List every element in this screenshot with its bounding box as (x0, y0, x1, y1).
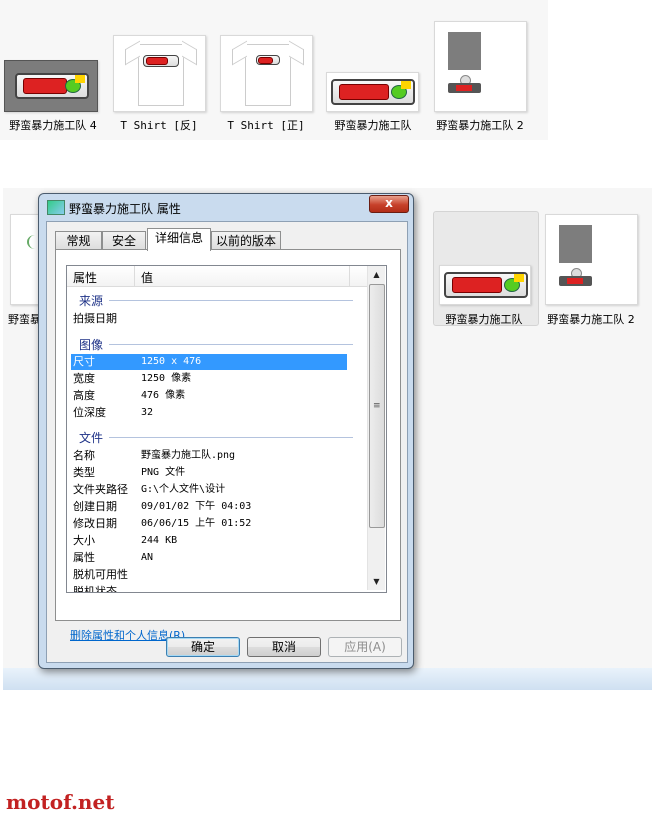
property-list[interactable]: 属性 值 来源 拍摄日期 图像 尺寸 1250 x 476 宽度 1250 像素… (66, 265, 387, 593)
property-row-selected[interactable]: 尺寸 1250 x 476 (71, 354, 347, 370)
property-value: 野蛮暴力施工队.png (141, 450, 236, 461)
explorer-status-bar (3, 668, 652, 690)
tab-general[interactable]: 常规 (55, 231, 102, 250)
gray-panel-graphic (559, 225, 592, 263)
group-heading-file: 文件 (79, 431, 104, 445)
group-heading-source: 来源 (79, 294, 104, 308)
property-key: 文件夹路径 (73, 483, 128, 496)
thumbnail-tshirt-back[interactable] (113, 35, 206, 112)
group-divider (109, 344, 353, 345)
property-value: 06/06/15 上午 01:52 (141, 518, 252, 529)
property-row[interactable]: 文件夹路径 G:\个人文件\设计 (71, 482, 347, 498)
group-divider (109, 300, 353, 301)
property-key: 位深度 (73, 406, 106, 419)
small-logo-graphic (559, 276, 592, 286)
group-heading-image: 图像 (79, 338, 104, 352)
logo-graphic (331, 79, 415, 105)
property-key: 创建日期 (73, 500, 117, 513)
property-value: 09/01/02 下午 04:03 (141, 501, 252, 512)
property-row[interactable]: 脱机可用性 (71, 567, 347, 583)
thumbnail-caption: T Shirt [正] (227, 119, 305, 132)
thumbnail-caption: 野蛮暴力施工队 2 (547, 313, 635, 326)
property-key: 高度 (73, 389, 95, 402)
property-value: 32 (141, 407, 154, 418)
property-key: 尺寸 (73, 355, 95, 368)
property-key: 拍摄日期 (73, 312, 117, 325)
small-logo-graphic (448, 83, 481, 93)
property-key: 大小 (73, 534, 95, 547)
scrollbar-thumb[interactable]: ≡ (369, 284, 385, 528)
property-row[interactable]: 大小 244 KB (71, 533, 347, 549)
scroll-up-arrow-icon[interactable]: ▲ (369, 267, 384, 282)
cancel-button[interactable]: 取消 (247, 637, 321, 657)
property-row[interactable]: 类型 PNG 文件 (71, 465, 347, 481)
tab-details[interactable]: 详细信息 (147, 228, 211, 251)
property-key: 脱机可用性 (73, 568, 128, 581)
image-file-icon (47, 200, 65, 215)
property-value: G:\个人文件\设计 (141, 484, 226, 495)
thumbnail-caption: 野蛮暴力施工队 2 (436, 119, 524, 132)
tab-security[interactable]: 安全 (102, 231, 146, 250)
property-row[interactable]: 拍摄日期 (71, 311, 347, 327)
property-value: PNG 文件 (141, 467, 186, 478)
dialog-titlebar[interactable]: 野蛮暴力施工队 属性 x (39, 194, 413, 220)
watermark-text: motof.net (6, 790, 115, 814)
property-value: 1250 x 476 (141, 356, 202, 367)
property-key: 属性 (73, 551, 95, 564)
details-panel: 属性 值 来源 拍摄日期 图像 尺寸 1250 x 476 宽度 1250 像素… (55, 249, 401, 642)
dialog-title: 野蛮暴力施工队 属性 (69, 202, 181, 216)
property-row[interactable]: 修改日期 06/06/15 上午 01:52 (71, 516, 347, 532)
thumbnail-caption: 野蛮暴力施工队 (445, 313, 523, 326)
close-button[interactable]: x (369, 195, 409, 213)
logo-graphic (444, 272, 528, 298)
thumbnail-logo-2[interactable] (545, 214, 638, 305)
property-row[interactable]: 高度 476 像素 (71, 388, 347, 404)
grip-icon: ≡ (373, 401, 381, 411)
property-value: 476 像素 (141, 390, 186, 401)
thumbnail-caption: 野蛮暴力施工队 (334, 119, 412, 132)
property-row[interactable]: 宽度 1250 像素 (71, 371, 347, 387)
dialog-client: 常规 安全 详细信息 以前的版本 属性 值 来源 拍摄日期 图像 尺寸 1250… (46, 221, 408, 663)
list-header: 属性 值 (67, 266, 367, 287)
thumbnail-caption: T Shirt [反] (120, 119, 198, 132)
vertical-scrollbar[interactable]: ▲ ≡ ▼ (367, 266, 385, 590)
column-divider[interactable] (134, 266, 135, 286)
thumbnail-caption: 野蛮暴力施工队 4 (9, 119, 97, 132)
tab-previous-versions[interactable]: 以前的版本 (211, 231, 281, 250)
column-header-value[interactable]: 值 (141, 269, 153, 286)
property-row[interactable]: 脱机状态 (71, 584, 347, 593)
property-value: 1250 像素 (141, 373, 192, 384)
property-value: AN (141, 552, 154, 563)
property-key: 类型 (73, 466, 95, 479)
logo-graphic (15, 73, 89, 99)
thumbnail-logo-2[interactable] (434, 21, 527, 112)
thumbnail-tshirt-front[interactable] (220, 35, 313, 112)
property-key: 名称 (73, 449, 95, 462)
property-key: 修改日期 (73, 517, 117, 530)
property-key: 脱机状态 (73, 585, 117, 593)
column-header-property[interactable]: 属性 (73, 269, 97, 286)
thumbnail-logo-4[interactable] (4, 60, 98, 112)
property-row[interactable]: 属性 AN (71, 550, 347, 566)
property-key: 宽度 (73, 372, 95, 385)
properties-dialog: 野蛮暴力施工队 属性 x 常规 安全 详细信息 以前的版本 属性 值 来源 拍摄… (38, 193, 414, 669)
property-row[interactable]: 名称 野蛮暴力施工队.png (71, 448, 347, 464)
tshirt-graphic (245, 44, 291, 106)
ok-button[interactable]: 确定 (166, 637, 240, 657)
tshirt-graphic (138, 44, 184, 106)
gray-panel-graphic (448, 32, 481, 70)
property-row[interactable]: 位深度 32 (71, 405, 347, 421)
thumbnail-logo[interactable] (326, 72, 419, 112)
top-explorer-area: 野蛮暴力施工队 4 T Shirt [反] T Shirt [正] 野蛮暴力施工… (0, 0, 548, 140)
property-row[interactable]: 创建日期 09/01/02 下午 04:03 (71, 499, 347, 515)
scroll-down-arrow-icon[interactable]: ▼ (369, 574, 384, 589)
thumbnail-logo[interactable] (439, 265, 531, 305)
group-divider (109, 437, 353, 438)
apply-button[interactable]: 应用(A) (328, 637, 402, 657)
property-value: 244 KB (141, 535, 178, 546)
column-divider[interactable] (349, 266, 350, 286)
